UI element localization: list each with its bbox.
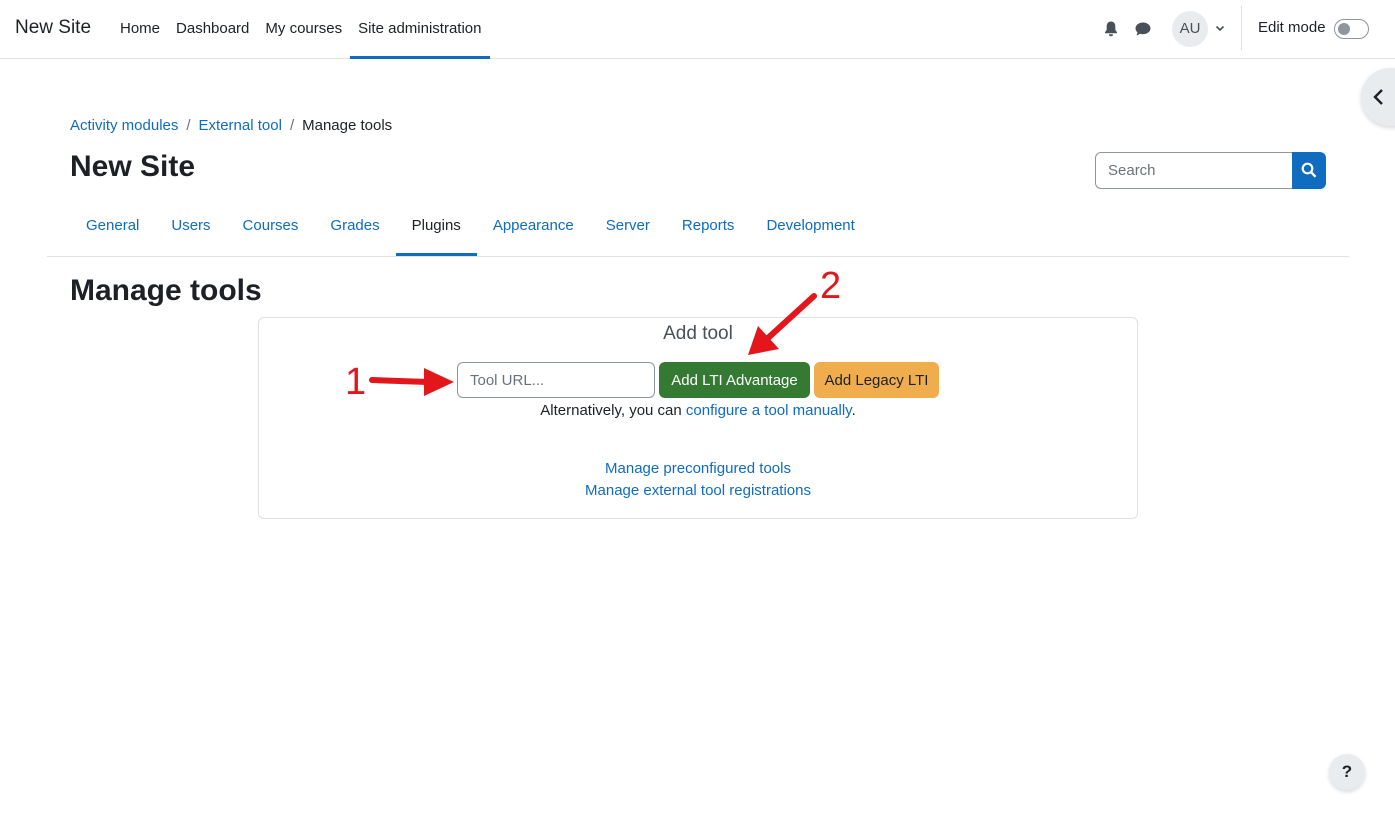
annotation-arrows	[369, 293, 817, 396]
annotation-arrow-2	[748, 293, 817, 355]
help-button[interactable]: ?	[1329, 754, 1365, 790]
annotation-arrow-1	[369, 368, 454, 396]
